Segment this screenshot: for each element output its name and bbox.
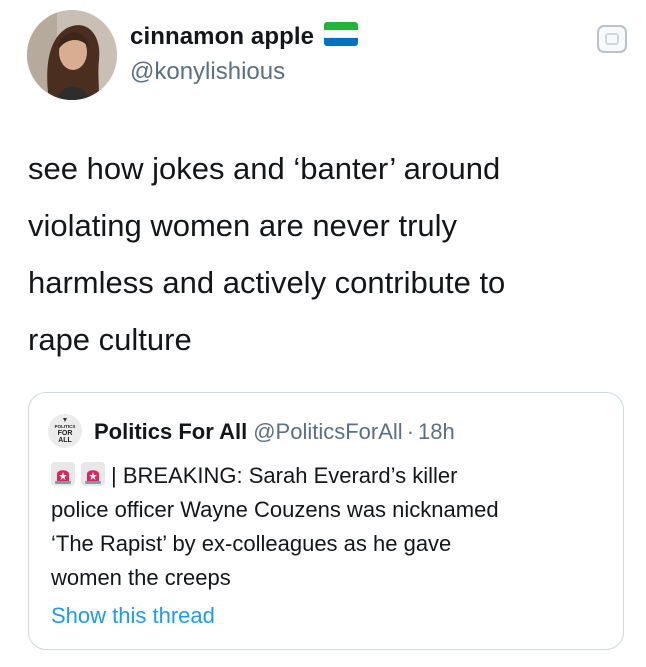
quote-avatar-line: FOR [58, 430, 73, 437]
quote-handle[interactable]: @PoliticsForAll [253, 419, 402, 444]
quote-text-line: | BREAKING: Sarah Everard’s killer [51, 459, 616, 493]
quote-text-line: women the creeps [51, 565, 231, 590]
show-thread-link[interactable]: Show this thread [51, 603, 215, 629]
author-avatar[interactable] [27, 10, 117, 100]
quote-header: Politics For All @PoliticsForAll · 18h [94, 419, 455, 445]
quote-text: | BREAKING: Sarah Everard’s killer polic… [51, 459, 616, 595]
tweet-text-line: violating women are never truly [28, 208, 458, 243]
tweet-text-line: rape culture [28, 322, 192, 357]
tweet-text: see how jokes and ‘banter’ around violat… [28, 140, 628, 368]
author-handle[interactable]: @konylishious [130, 58, 285, 86]
tweet: cinnamon apple @konylishious see how jok… [0, 0, 646, 667]
tweet-text-line: harmless and actively contribute to [28, 265, 506, 300]
author-display-name[interactable]: cinnamon apple [130, 22, 359, 51]
quote-display-name[interactable]: Politics For All [94, 419, 247, 444]
quote-avatar-line: POLITICS [55, 424, 76, 429]
quote-text-span: | BREAKING: Sarah Everard’s killer [111, 463, 458, 488]
quote-avatar-line: ALL [58, 437, 72, 444]
tweet-text-line: see how jokes and ‘banter’ around [28, 151, 501, 186]
author-name-text: cinnamon apple [130, 23, 315, 50]
quote-avatar[interactable]: POLITICS FOR ALL [48, 414, 82, 448]
siren-icon [81, 462, 105, 486]
quoted-tweet-card[interactable]: POLITICS FOR ALL Politics For All @Politi… [28, 392, 624, 650]
quote-text-line: ‘The Rapist’ by ex-colleagues as he gave [51, 531, 452, 556]
sierra-leone-flag-icon [324, 22, 359, 46]
quote-separator: · [406, 419, 415, 444]
quote-text-line: police officer Wayne Couzens was nicknam… [51, 497, 499, 522]
quote-timestamp[interactable]: 18h [418, 419, 455, 444]
copy-icon[interactable] [597, 25, 627, 53]
siren-icon [51, 462, 75, 486]
